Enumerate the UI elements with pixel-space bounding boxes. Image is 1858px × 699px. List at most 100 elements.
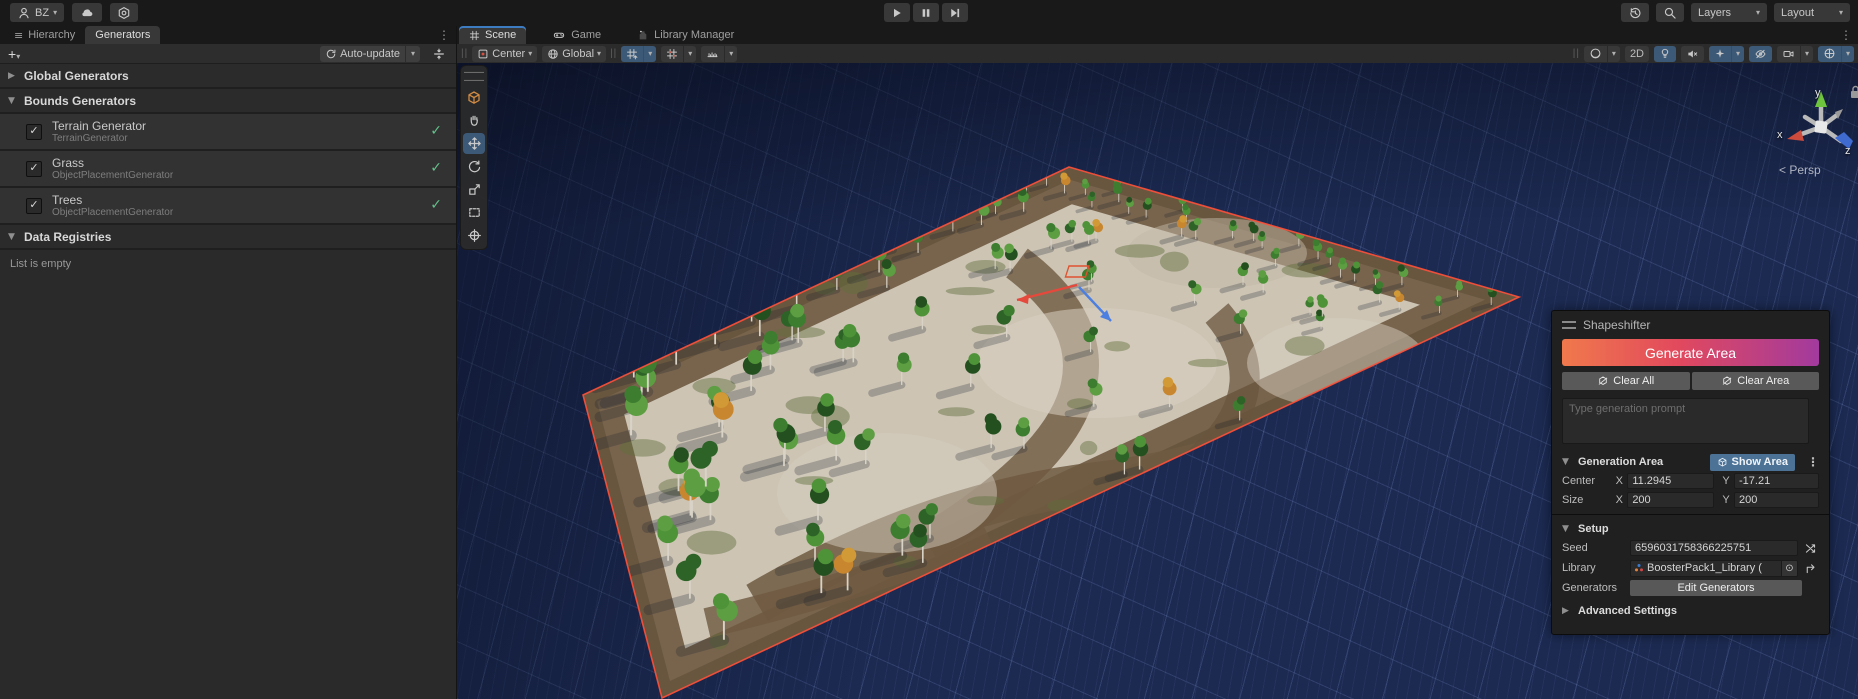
library-object-field[interactable]: BoosterPack1_Library ( ⊙: [1630, 560, 1798, 577]
generate-area-button[interactable]: Generate Area: [1562, 339, 1819, 366]
clear-cube-icon: [1721, 375, 1733, 387]
status-check-icon: ✓: [430, 123, 442, 139]
generators-toolbar: +▾ Auto-update ▾: [0, 44, 456, 64]
toolbar-grip: ||: [610, 48, 617, 59]
chevron-down-icon: ▾: [729, 49, 733, 58]
advanced-settings-foldout[interactable]: ▶ Advanced Settings: [1552, 601, 1829, 621]
section-bounds-generators[interactable]: ▼ Bounds Generators: [0, 89, 456, 114]
gizmos-toggle-button[interactable]: [1818, 46, 1841, 62]
sync-collapse-button[interactable]: [432, 47, 446, 61]
pivot-mode-button[interactable]: Center ▾: [472, 46, 537, 62]
enabled-checkbox[interactable]: ✓: [26, 198, 42, 214]
foldout-closed-icon: ▶: [8, 71, 18, 81]
chevron-down-icon: ▾: [1846, 49, 1850, 58]
scale-tool[interactable]: [463, 179, 485, 200]
overlay-handle-icon: [1562, 321, 1576, 329]
center-x-field[interactable]: [1627, 473, 1714, 489]
area-menu-icon[interactable]: ⋮: [1807, 455, 1819, 469]
generator-row-trees[interactable]: ✓ Trees ObjectPlacementGenerator ✓: [0, 188, 456, 225]
step-button[interactable]: [942, 3, 968, 22]
auto-update-button[interactable]: Auto-update: [320, 46, 405, 62]
rotate-tool[interactable]: [463, 156, 485, 177]
center-label: Center: [1562, 475, 1616, 487]
setup-foldout[interactable]: ▼ Setup: [1552, 519, 1829, 539]
layers-label: Layers: [1698, 7, 1731, 19]
ping-asset-icon[interactable]: [1804, 562, 1817, 575]
account-button[interactable]: BZ ▾: [10, 3, 64, 22]
generation-area-foldout[interactable]: ▼ Generation Area Show Area ⋮: [1552, 452, 1829, 472]
center-y-field[interactable]: [1734, 473, 1819, 489]
audio-muted-icon: [1686, 48, 1699, 60]
transform-tool[interactable]: [463, 225, 485, 246]
randomize-seed-icon[interactable]: [1804, 542, 1817, 555]
tab-game[interactable]: Game: [542, 26, 611, 44]
overlay-drag-handle[interactable]: ————: [464, 69, 484, 85]
generation-prompt-input[interactable]: [1562, 398, 1809, 444]
pause-button[interactable]: [913, 3, 939, 22]
camera-settings-dropdown[interactable]: ▾: [1800, 46, 1813, 62]
panel-menu-icon[interactable]: ⋮: [438, 28, 450, 42]
move-tool[interactable]: [463, 133, 485, 154]
shapeshifter-title: Shapeshifter: [1583, 318, 1650, 332]
enabled-checkbox[interactable]: ✓: [26, 161, 42, 177]
handle-space-button[interactable]: Global ▾: [542, 46, 606, 62]
scene-menu-icon[interactable]: ⋮: [1840, 28, 1852, 42]
tab-hierarchy[interactable]: ≡ Hierarchy: [4, 26, 85, 44]
grid-snap-button[interactable]: [661, 46, 683, 62]
section-global-generators[interactable]: ▶ Global Generators: [0, 64, 456, 89]
projection-label[interactable]: < Persp: [1779, 163, 1821, 177]
shapeshifter-area-tool[interactable]: [463, 87, 485, 108]
add-generator-button[interactable]: +▾: [8, 46, 20, 62]
enabled-checkbox[interactable]: ✓: [26, 124, 42, 140]
size-x-field[interactable]: [1627, 492, 1714, 508]
generator-row-grass[interactable]: ✓ Grass ObjectPlacementGenerator ✓: [0, 151, 456, 188]
undo-history-button[interactable]: [1621, 3, 1649, 22]
section-data-registries[interactable]: ▼ Data Registries: [0, 225, 456, 250]
chevron-down-icon: ▾: [648, 49, 652, 58]
toolbar-grip: ||: [1573, 48, 1580, 59]
increment-snap-dropdown[interactable]: ▾: [724, 46, 737, 62]
size-y-field[interactable]: [1734, 492, 1819, 508]
services-button[interactable]: [110, 3, 138, 22]
hand-tool[interactable]: [463, 110, 485, 131]
rect-tool[interactable]: [463, 202, 485, 223]
audio-toggle-button[interactable]: [1681, 46, 1704, 62]
play-button[interactable]: [884, 3, 910, 22]
plus-icon: +: [8, 46, 16, 62]
tab-generators[interactable]: Generators: [85, 26, 160, 44]
layout-dropdown[interactable]: Layout ▾: [1774, 3, 1850, 22]
scene-visibility-button[interactable]: [1749, 46, 1772, 62]
grid-snap-group: ▾: [661, 46, 696, 62]
show-area-button[interactable]: Show Area: [1710, 454, 1795, 471]
lighting-toggle-button[interactable]: [1654, 46, 1676, 62]
cloud-button[interactable]: [72, 3, 102, 22]
2d-toggle-button[interactable]: 2D: [1625, 46, 1649, 62]
tab-scene[interactable]: Scene: [459, 26, 526, 44]
object-picker-icon[interactable]: ⊙: [1781, 561, 1797, 576]
clear-all-button[interactable]: Clear All: [1562, 372, 1690, 390]
center-row: Center X Y: [1552, 472, 1829, 489]
tab-library-manager[interactable]: Library Manager: [627, 26, 744, 44]
generator-row-terrain[interactable]: ✓ Terrain Generator TerrainGenerator ✓: [0, 114, 456, 151]
chevron-down-icon: ▾: [1612, 49, 1616, 58]
seed-field[interactable]: [1630, 540, 1798, 556]
increment-snap-button[interactable]: [701, 46, 724, 62]
effects-toggle-button[interactable]: [1709, 46, 1731, 62]
clear-area-button[interactable]: Clear Area: [1692, 372, 1820, 390]
toolbar-grip: ||: [461, 48, 468, 59]
draw-mode-button[interactable]: [1584, 46, 1607, 62]
search-button[interactable]: [1656, 3, 1684, 22]
gizmos-dropdown[interactable]: ▾: [1841, 46, 1854, 62]
draw-mode-dropdown[interactable]: ▾: [1607, 46, 1620, 62]
shapeshifter-header[interactable]: Shapeshifter: [1552, 311, 1829, 337]
grid-snap-dropdown[interactable]: ▾: [683, 46, 696, 62]
layers-dropdown[interactable]: Layers ▾: [1691, 3, 1767, 22]
grid-visibility-dropdown[interactable]: ▾: [643, 46, 656, 62]
effects-dropdown[interactable]: ▾: [1731, 46, 1744, 62]
grid-visibility-button[interactable]: [621, 46, 643, 62]
layout-label: Layout: [1781, 7, 1814, 19]
edit-generators-button[interactable]: Edit Generators: [1630, 580, 1802, 596]
chevron-down-icon: ▾: [1756, 8, 1760, 17]
camera-settings-button[interactable]: [1777, 46, 1800, 62]
auto-update-dropdown[interactable]: ▾: [405, 46, 420, 62]
